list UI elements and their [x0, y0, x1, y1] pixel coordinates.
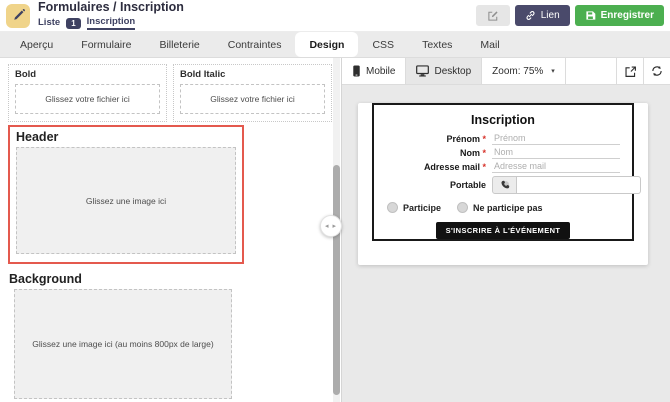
tab-billeterie[interactable]: Billeterie: [145, 32, 213, 57]
prenom-input[interactable]: [492, 133, 620, 145]
preview-toolbar: Mobile Desktop Zoom: 75% ▾: [342, 58, 670, 85]
section-bold-italic-label: Bold Italic: [180, 69, 325, 80]
portable-label: Portable: [374, 180, 486, 190]
section-bold-italic: Bold Italic Glissez votre fichier ici: [173, 64, 332, 122]
sinscrire-button[interactable]: S'INSCRIRE À L'ÉVÉNEMENT: [436, 222, 571, 239]
field-row-adresse-mail: Adresse mail *: [374, 161, 632, 173]
link-icon: [525, 10, 536, 21]
required-asterisk: *: [482, 134, 486, 144]
field-row-prenom: Prénom *: [374, 133, 632, 145]
page: Formulaires / Inscription Liste 1 Inscri…: [0, 0, 670, 402]
export-button[interactable]: [616, 58, 643, 84]
count-badge: 1: [66, 18, 80, 30]
desktop-toggle-button[interactable]: Desktop: [406, 58, 482, 84]
participation-radio-group: Participe Ne participe pas: [387, 202, 632, 213]
header-actions: Lien Enregistrer: [476, 5, 664, 26]
portable-input[interactable]: [517, 176, 641, 194]
tab-contraintes[interactable]: Contraintes: [214, 32, 296, 57]
chevron-down-icon: ▾: [551, 67, 555, 75]
required-asterisk: *: [482, 148, 486, 158]
radio-ne-participe-pas-label: Ne participe pas: [473, 203, 543, 213]
background-image-dropzone[interactable]: Glissez une image ici (au moins 800px de…: [14, 289, 232, 399]
section-background: Background Glissez une image ici (au moi…: [8, 272, 244, 399]
required-asterisk: *: [482, 162, 486, 172]
radio-participe[interactable]: Participe: [387, 202, 441, 213]
page-title: Formulaires / Inscription: [38, 1, 184, 15]
left-panel-scrollbar-thumb[interactable]: [333, 165, 340, 395]
header-image-dropzone[interactable]: Glissez une image ici: [16, 147, 236, 254]
edit-square-icon: [487, 10, 499, 22]
section-header-label: Header: [16, 130, 236, 144]
resize-arrows-icon: ◂ ▸: [325, 222, 337, 230]
tab-apercu[interactable]: Aperçu: [6, 32, 67, 57]
form-title: Inscription: [374, 113, 632, 127]
field-row-nom: Nom *: [374, 147, 632, 159]
section-header-highlighted[interactable]: Header Glissez une image ici: [8, 125, 244, 264]
radio-circle-icon[interactable]: [457, 202, 468, 213]
lien-label: Lien: [541, 10, 560, 21]
form-preview-frame: Inscription Prénom * Nom * Adresse mail …: [372, 103, 634, 241]
desktop-icon: [416, 65, 429, 77]
bold-italic-file-dropzone[interactable]: Glissez votre fichier ici: [180, 84, 325, 114]
lien-button[interactable]: Lien: [515, 5, 570, 26]
app-header: Formulaires / Inscription Liste 1 Inscri…: [0, 0, 670, 32]
refresh-button[interactable]: [643, 58, 670, 84]
panel-divider-handle[interactable]: ◂ ▸: [320, 215, 342, 237]
breadcrumb-inscription[interactable]: Inscription: [87, 17, 136, 30]
tab-formulaire[interactable]: Formulaire: [67, 32, 145, 57]
header-titles: Formulaires / Inscription Liste 1 Inscri…: [38, 1, 184, 30]
nom-label: Nom *: [374, 148, 486, 158]
toolbar-spacer: [566, 58, 616, 84]
zoom-label: Zoom: 75%: [492, 66, 543, 77]
preview-card: Inscription Prénom * Nom * Adresse mail …: [358, 103, 648, 265]
tab-textes[interactable]: Textes: [408, 32, 466, 57]
radio-participe-label: Participe: [403, 203, 441, 213]
adresse-mail-label: Adresse mail *: [374, 162, 486, 172]
app-logo: [6, 4, 30, 28]
font-sections-row: Bold Glissez votre fichier ici Bold Ital…: [8, 64, 332, 122]
share-export-icon: [624, 65, 637, 78]
radio-ne-participe-pas[interactable]: Ne participe pas: [457, 202, 543, 213]
preview-panel: Mobile Desktop Zoom: 75% ▾: [342, 58, 670, 402]
mobile-label: Mobile: [366, 66, 395, 77]
enregistrer-button[interactable]: Enregistrer: [575, 5, 664, 26]
portable-input-group: [492, 176, 641, 194]
tab-design[interactable]: Design: [295, 32, 358, 57]
save-icon: [585, 10, 596, 21]
section-background-label: Background: [9, 272, 244, 286]
section-bold: Bold Glissez votre fichier ici: [8, 64, 167, 122]
section-bold-label: Bold: [15, 69, 160, 80]
preview-area: Inscription Prénom * Nom * Adresse mail …: [342, 85, 670, 265]
field-row-portable: Portable: [374, 176, 632, 194]
tab-css[interactable]: CSS: [358, 32, 408, 57]
mobile-toggle-button[interactable]: Mobile: [342, 58, 406, 84]
bold-file-dropzone[interactable]: Glissez votre fichier ici: [15, 84, 160, 114]
pencil-icon: [12, 9, 25, 22]
nom-input[interactable]: [492, 147, 620, 159]
design-panel: Bold Glissez votre fichier ici Bold Ital…: [0, 58, 342, 402]
zoom-dropdown[interactable]: Zoom: 75% ▾: [482, 58, 566, 84]
mobile-icon: [352, 65, 361, 77]
refresh-icon: [651, 65, 663, 77]
breadcrumb-liste[interactable]: Liste: [38, 18, 60, 28]
desktop-label: Desktop: [434, 66, 471, 77]
enregistrer-label: Enregistrer: [601, 10, 654, 21]
prenom-label: Prénom *: [374, 134, 486, 144]
breadcrumb: Liste 1 Inscription: [38, 17, 184, 30]
tab-bar: Aperçu Formulaire Billeterie Contraintes…: [0, 32, 670, 58]
edit-button[interactable]: [476, 5, 510, 26]
radio-circle-icon[interactable]: [387, 202, 398, 213]
phone-icon: [492, 176, 517, 194]
adresse-mail-input[interactable]: [492, 161, 620, 173]
tab-mail[interactable]: Mail: [466, 32, 513, 57]
